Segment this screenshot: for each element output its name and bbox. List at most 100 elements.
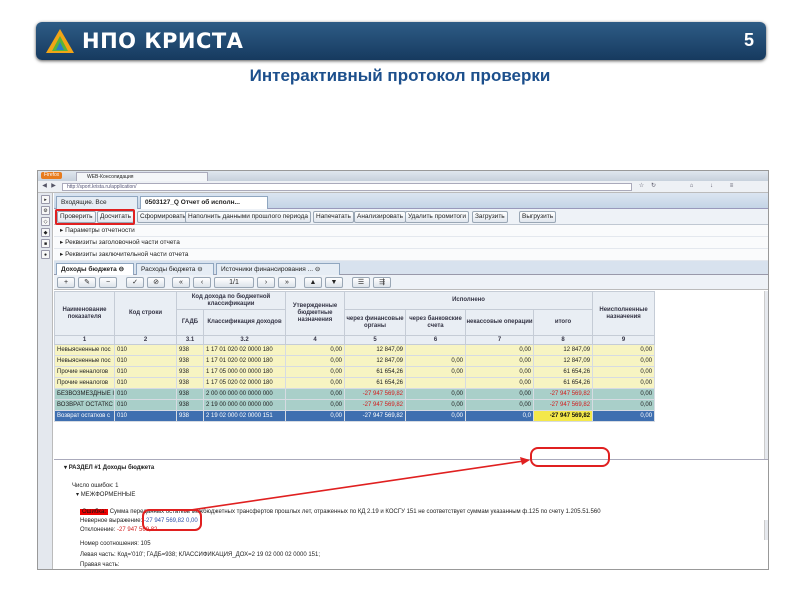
cell-gadb[interactable]: 938 [176, 377, 204, 389]
cell-code[interactable]: 010 [114, 355, 177, 367]
table-row[interactable]: Прочие неналогов 010 938 1 17 05 020 02 000… [54, 377, 656, 389]
table-row[interactable]: Возврат остатков с 010 938 2 19 02 000 02 0… [54, 410, 656, 422]
save-icon[interactable]: ✓ [126, 277, 144, 288]
table-row[interactable]: Невыясненные пос 010 938 1 17 01 020 02 000… [54, 344, 656, 356]
cell-unexec[interactable]: 0,00 [592, 366, 656, 378]
print-button[interactable]: Напечатать [313, 211, 354, 223]
cell-fin[interactable]: 61 654,26 [344, 377, 407, 389]
download-button[interactable]: Выгрузить [519, 211, 557, 223]
cell-total[interactable]: -27 947 569,82 [533, 410, 594, 422]
cell-gadb[interactable]: 938 [176, 366, 204, 378]
cell-fin[interactable]: 12 847,09 [344, 344, 407, 356]
table-row[interactable]: Прочие неналогов 010 938 1 17 05 000 00 000… [54, 366, 656, 378]
cell-total[interactable]: 12 847,09 [533, 355, 594, 367]
sort-up-icon[interactable]: ▲ [304, 277, 322, 288]
cell-bank[interactable]: 0,00 [405, 410, 467, 422]
cell-approved[interactable]: 0,00 [285, 388, 346, 400]
tool-icon[interactable]: ■ [41, 239, 50, 248]
cell-gadb[interactable]: 938 [176, 344, 204, 356]
cell-noncash[interactable]: 0,00 [465, 377, 535, 389]
first-page-icon[interactable]: « [172, 277, 190, 288]
cell-klass[interactable]: 2 19 02 000 02 0000 151 [202, 410, 287, 422]
forward-icon[interactable]: ▶ [50, 183, 57, 190]
cell-code[interactable]: 010 [114, 377, 177, 389]
tool-icon[interactable]: ◆ [41, 228, 50, 237]
section-header-details[interactable]: ▸ Реквизиты заголовочной части отчета [54, 237, 768, 249]
cell-unexec[interactable]: 0,00 [592, 399, 656, 411]
cell-name[interactable]: Прочие неналогов [54, 366, 115, 378]
cell-name[interactable]: БЕЗВОЗМЕЗДНЫЕ I [54, 388, 115, 400]
prev-page-icon[interactable]: ‹ [193, 277, 211, 288]
menu-icon[interactable]: ≡ [728, 183, 735, 190]
cell-klass[interactable]: 1 17 05 000 00 0000 180 [202, 366, 287, 378]
cell-code[interactable]: 010 [114, 388, 177, 400]
list-icon[interactable]: ☰ [352, 277, 370, 288]
cell-noncash[interactable]: 0,00 [465, 399, 535, 411]
browser-tab[interactable]: WEB-Консолидация [76, 172, 208, 181]
cell-approved[interactable]: 0,00 [285, 410, 346, 422]
star-icon[interactable]: ☆ [638, 183, 645, 190]
cell-bank[interactable] [405, 344, 467, 356]
cell-code[interactable]: 010 [114, 366, 177, 378]
generate-button[interactable]: Сформировать [137, 211, 189, 223]
export-icon[interactable]: ⇶ [373, 277, 391, 288]
tab-expenses[interactable]: Расходы бюджета ⊖ [136, 263, 214, 275]
fill-prev-period-button[interactable]: Наполнить данными прошлого периода [185, 211, 312, 223]
cell-noncash[interactable]: 0,00 [465, 388, 535, 400]
protocol-group[interactable]: ▾ МЕЖФОРМЕННЫЕ [76, 491, 135, 499]
tab-financing[interactable]: Источники финансирования ... ⊖ [216, 263, 340, 275]
add-icon[interactable]: + [57, 277, 75, 288]
analyze-button[interactable]: Анализировать [354, 211, 407, 223]
cell-approved[interactable]: 0,00 [285, 377, 346, 389]
sort-down-icon[interactable]: ▼ [325, 277, 343, 288]
section-footer-details[interactable]: ▸ Реквизиты заключительной части отчета [54, 249, 768, 261]
delete-subtotals-button[interactable]: Удалить промитоги [405, 211, 469, 223]
table-row[interactable]: ВОЗВРАТ ОСТАТКС 010 938 2 19 00 000 00 0000… [54, 399, 656, 411]
cell-unexec[interactable]: 0,00 [592, 377, 656, 389]
cancel-icon[interactable]: ⊘ [147, 277, 165, 288]
edit-icon[interactable]: ✎ [78, 277, 96, 288]
cell-klass[interactable]: 1 17 01 020 02 0000 180 [202, 344, 287, 356]
cell-unexec[interactable]: 0,00 [592, 355, 656, 367]
home-icon[interactable]: ⌂ [688, 183, 695, 190]
cell-approved[interactable]: 0,00 [285, 366, 346, 378]
cell-name[interactable]: Прочие неналогов [54, 377, 115, 389]
table-row[interactable]: Невыясненные пос 010 938 1 17 01 020 02 000… [54, 355, 656, 367]
section-params[interactable]: ▸ Параметры отчетности [54, 225, 768, 237]
cell-fin[interactable]: -27 947 569,82 [344, 388, 407, 400]
cell-klass[interactable]: 2 19 00 000 00 0000 000 [202, 399, 287, 411]
cell-gadb[interactable]: 938 [176, 410, 204, 422]
cell-total[interactable]: -27 947 569,82 [533, 399, 594, 411]
cell-bank[interactable]: 0,00 [405, 388, 467, 400]
cell-fin[interactable]: 12 847,09 [344, 355, 407, 367]
cell-name[interactable]: Невыясненные пос [54, 344, 115, 356]
browser-menu-button[interactable]: Firefox [41, 172, 63, 179]
cell-code[interactable]: 010 [114, 399, 177, 411]
cell-name[interactable]: ВОЗВРАТ ОСТАТКС [54, 399, 115, 411]
cell-approved[interactable]: 0,00 [285, 355, 346, 367]
cell-bank[interactable]: 0,00 [405, 399, 467, 411]
tab-report[interactable]: 0503127_Q Отчет об исполн... [140, 196, 268, 209]
cell-fin[interactable]: -27 947 569,82 [344, 410, 407, 422]
download-icon[interactable]: ↓ [708, 183, 715, 190]
upload-button[interactable]: Загрузить [472, 211, 508, 223]
cell-klass[interactable]: 1 17 01 020 02 0000 180 [202, 355, 287, 367]
reload-icon[interactable]: ↻ [650, 183, 657, 190]
cell-klass[interactable]: 1 17 05 020 02 0000 180 [202, 377, 287, 389]
cell-noncash[interactable]: 0,00 [465, 355, 535, 367]
cell-code[interactable]: 010 [114, 344, 177, 356]
cell-bank[interactable]: 0,00 [405, 366, 467, 378]
cell-klass[interactable]: 2 00 00 000 00 0000 000 [202, 388, 287, 400]
cell-unexec[interactable]: 0,00 [592, 344, 656, 356]
tool-icon[interactable]: ⚙ [41, 206, 50, 215]
url-input[interactable]: http://sport.krista.ru/application/ [62, 183, 632, 191]
cell-bank[interactable]: 0,00 [405, 355, 467, 367]
cell-approved[interactable]: 0,00 [285, 344, 346, 356]
cell-unexec[interactable]: 0,00 [592, 388, 656, 400]
cell-gadb[interactable]: 938 [176, 355, 204, 367]
cell-unexec[interactable]: 0,00 [592, 410, 656, 422]
remove-icon[interactable]: − [99, 277, 117, 288]
next-page-icon[interactable]: › [257, 277, 275, 288]
table-scrollbar[interactable] [764, 291, 768, 459]
cell-total[interactable]: 12 847,09 [533, 344, 594, 356]
